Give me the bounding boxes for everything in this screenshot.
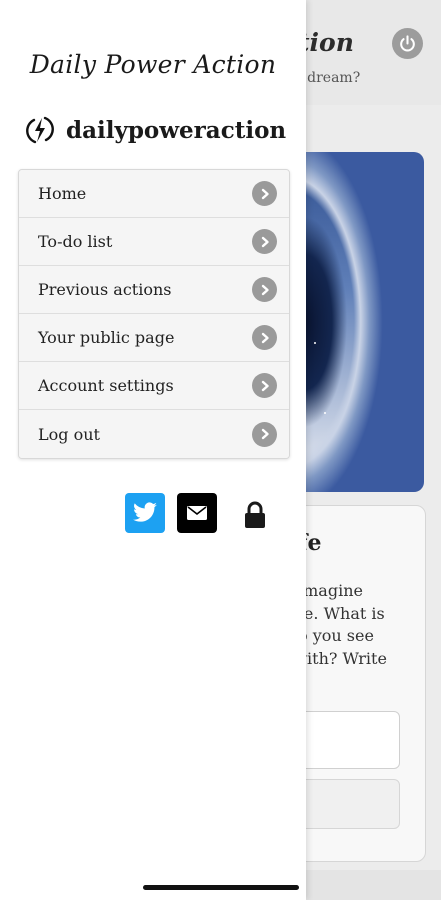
navigation-drawer: Daily Power Action dailypoweraction Home…: [0, 0, 306, 900]
menu-item-public-page[interactable]: Your public page: [19, 314, 289, 362]
lightning-bolt-icon: [24, 114, 56, 146]
menu-item-label: Home: [38, 184, 87, 203]
logo-name: dailypoweraction: [66, 116, 287, 144]
lock-icon[interactable]: [240, 499, 270, 531]
menu-item-previous-actions[interactable]: Previous actions: [19, 266, 289, 314]
background-card-line: imagine: [298, 581, 363, 600]
menu-item-log-out[interactable]: Log out: [19, 410, 289, 458]
menu-item-todo-list[interactable]: To-do list: [19, 218, 289, 266]
home-indicator: [143, 885, 299, 890]
background-card-line: o you see: [298, 626, 374, 645]
background-title: tion: [298, 28, 354, 57]
menu-item-label: To-do list: [38, 232, 113, 251]
background-card-text: imagine fe. What is o you see vith? Writ…: [298, 580, 418, 670]
twitter-icon[interactable]: [125, 493, 165, 533]
menu-item-home[interactable]: Home: [19, 170, 289, 218]
background-card-line: vith? Write: [298, 648, 387, 668]
menu-item-label: Your public page: [38, 328, 175, 347]
drawer-menu: Home To-do list Previous actions Your pu…: [18, 169, 290, 459]
logo[interactable]: dailypoweraction: [24, 112, 286, 148]
chevron-right-icon: [252, 373, 277, 398]
background-card-line: fe. What is: [298, 603, 385, 623]
menu-item-label: Previous actions: [38, 280, 172, 299]
menu-item-label: Account settings: [38, 376, 174, 395]
menu-item-account-settings[interactable]: Account settings: [19, 362, 289, 410]
chevron-right-icon: [252, 229, 277, 254]
menu-item-label: Log out: [38, 424, 100, 444]
power-icon[interactable]: [392, 28, 423, 59]
brand-script-title: Daily Power Action: [29, 50, 277, 79]
chevron-right-icon: [252, 421, 277, 447]
mail-icon[interactable]: [177, 493, 217, 533]
chevron-right-icon: [252, 325, 277, 350]
chevron-right-icon: [252, 277, 277, 302]
chevron-right-icon: [252, 181, 277, 206]
